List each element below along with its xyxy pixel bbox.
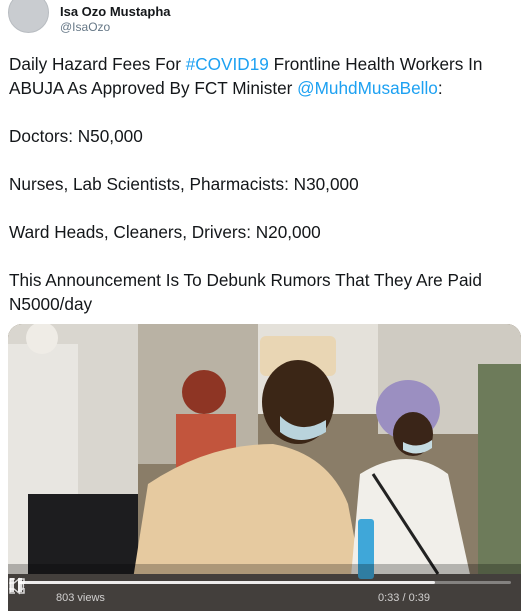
video-controls: 803 views 0:33 / 0:39 <box>8 577 521 611</box>
ward-fee: Ward Heads, Cleaners, Drivers: N20,000 <box>9 222 321 242</box>
video-time: 0:33 / 0:39 <box>378 592 430 604</box>
tweet-line-1: Daily Hazard Fees For #COVID19 Frontline… <box>9 52 524 76</box>
author-handle[interactable]: @IsaOzo <box>60 20 110 34</box>
tweet-header: Isa Ozo Mustapha @IsaOzo <box>0 0 527 44</box>
progress-fill <box>18 581 436 584</box>
video-player[interactable]: 803 views 0:33 / 0:39 <box>8 324 521 611</box>
tweet-line-2: ABUJA As Approved By FCT Minister @MuhdM… <box>9 76 524 100</box>
hashtag-link[interactable]: #COVID19 <box>186 54 269 74</box>
author-name[interactable]: Isa Ozo Mustapha <box>60 4 171 19</box>
tweet-text-segment: ABUJA As Approved By FCT Minister <box>9 78 298 98</box>
tweet-text-segment: Daily Hazard Fees For <box>9 54 186 74</box>
announcement-line-1: This Announcement Is To Debunk Rumors Th… <box>9 270 482 290</box>
tweet-text-segment: Frontline Health Workers In <box>268 54 483 74</box>
doctors-fee: Doctors: N50,000 <box>9 126 143 146</box>
view-count: 803 views <box>56 592 105 604</box>
video-frame <box>8 324 521 611</box>
fullscreen-icon[interactable] <box>8 577 26 595</box>
tweet-text-segment: : <box>437 78 443 98</box>
announcement-line-2: N5000/day <box>9 294 93 314</box>
mention-link[interactable]: @MuhdMusaBello <box>297 78 438 98</box>
tweet-body: Daily Hazard Fees For #COVID19 Frontline… <box>9 52 524 316</box>
nurses-fee: Nurses, Lab Scientists, Pharmacists: N30… <box>9 174 359 194</box>
progress-bar[interactable] <box>18 581 511 584</box>
avatar[interactable] <box>8 0 49 33</box>
